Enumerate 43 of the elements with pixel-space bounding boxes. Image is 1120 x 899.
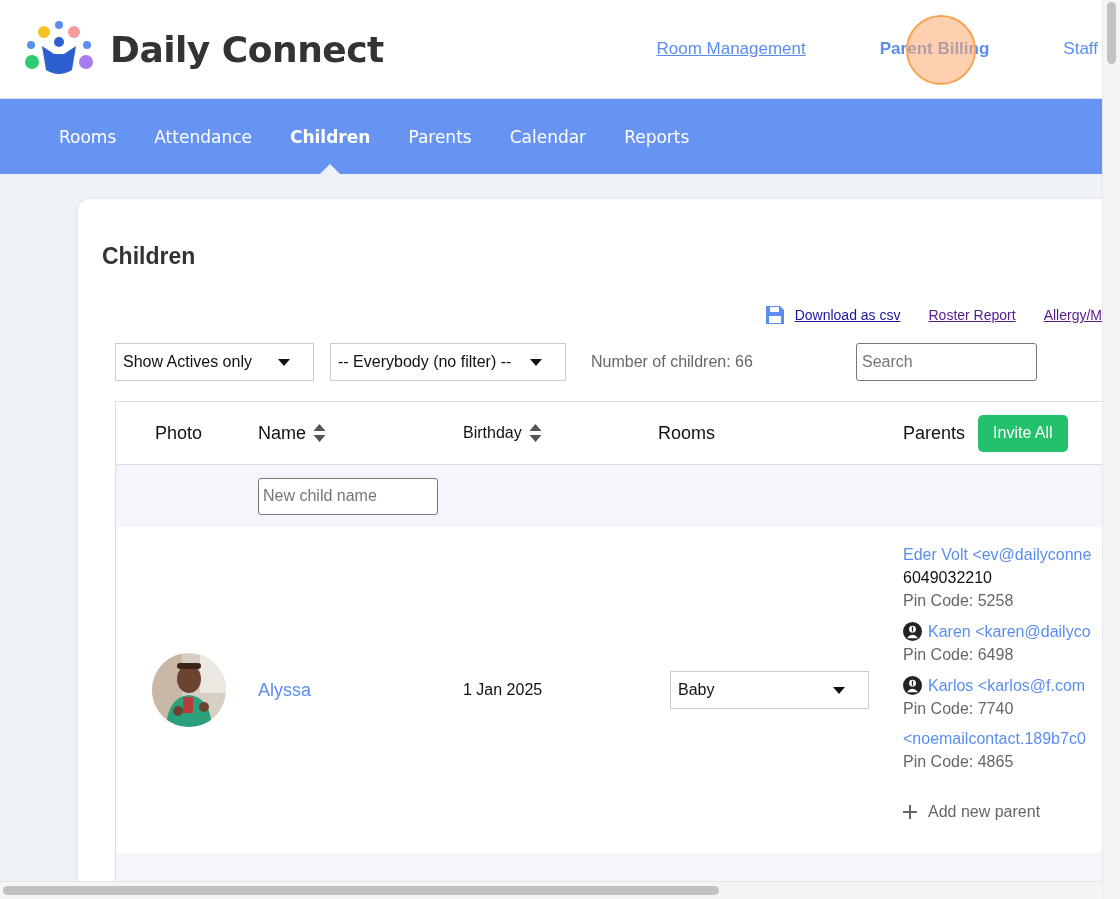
pin-code: Pin Code: 7740 xyxy=(903,700,1015,718)
nav-tab[interactable]: Rooms xyxy=(40,99,136,174)
logo-text: Daily Connect xyxy=(110,28,384,70)
nav-tab[interactable]: Parents xyxy=(389,99,491,174)
child-name-link[interactable]: Alyssa xyxy=(258,679,311,701)
header-link[interactable]: Room Management xyxy=(656,39,806,59)
scrollbar-thumb[interactable] xyxy=(1107,2,1116,64)
pin-code: Pin Code: 4865 xyxy=(903,753,1015,771)
report-link[interactable]: Download as csv xyxy=(794,307,901,323)
nav-tab[interactable]: Attendance xyxy=(135,99,271,174)
save-icon xyxy=(764,305,785,325)
group-select[interactable]: -- Everybody (no filter) -- xyxy=(330,343,566,381)
sort-icon[interactable] xyxy=(528,424,542,442)
column-header: Birthday xyxy=(463,424,522,442)
birthday-text: 1 Jan 2025 xyxy=(463,681,543,699)
parent-phone: 6049032210 xyxy=(903,569,993,587)
children-count: Number of children: 66 xyxy=(591,353,754,371)
pin-code: Pin Code: 6498 xyxy=(903,646,1015,664)
sort-icon[interactable] xyxy=(313,424,326,442)
column-header: Rooms xyxy=(658,422,715,444)
report-link[interactable]: Roster Report xyxy=(928,307,1016,323)
nav-tab[interactable]: Calendar xyxy=(490,99,606,174)
plus-icon xyxy=(903,805,917,819)
report-link[interactable]: Allergy/M xyxy=(1043,307,1102,323)
nav-tab[interactable]: Reports xyxy=(605,99,709,174)
scrollbar-thumb[interactable] xyxy=(3,886,719,895)
column-header: Name xyxy=(258,422,306,444)
column-header: Photo xyxy=(154,422,202,444)
parent-link[interactable]: Karen <karen@dailyco xyxy=(928,622,1091,641)
parent-link[interactable]: Eder Volt <ev@dailyconne xyxy=(903,546,1092,564)
parent-link[interactable]: Karlos <karlos@f.com xyxy=(928,676,1086,695)
parent-link[interactable]: <noemailcontact.189b7c0 xyxy=(903,730,1086,748)
invite-all-button[interactable]: Invite All xyxy=(978,414,1068,452)
column-header: Parents xyxy=(903,422,966,444)
pin-code: Pin Code: 5258 xyxy=(903,592,1015,610)
header-link[interactable]: Staff xyxy=(1063,39,1098,59)
page-title: Children xyxy=(102,243,197,270)
search-field[interactable]: Search xyxy=(856,343,1037,381)
add-parent-link[interactable]: Add new parent xyxy=(903,803,1102,821)
status-select[interactable]: Show Actives only xyxy=(115,343,314,381)
room-select[interactable]: Baby xyxy=(670,671,869,709)
nav-tab[interactable]: Children xyxy=(270,99,390,174)
new-child-field[interactable]: New child name xyxy=(258,477,438,515)
